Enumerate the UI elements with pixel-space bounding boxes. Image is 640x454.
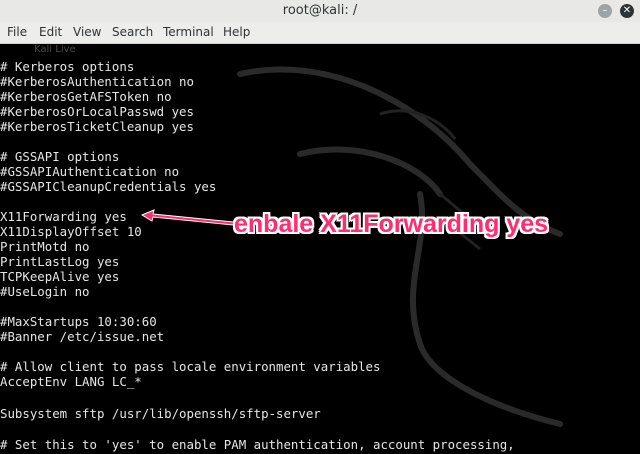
terminal-line: #UseLogin no — [0, 284, 90, 299]
terminal-line: #GSSAPICleanupCredentials yes — [0, 179, 217, 194]
terminal-line: # Allow client to pass locale environmen… — [0, 359, 381, 374]
terminal-line: # Set this to 'yes' to enable PAM authen… — [0, 437, 515, 452]
terminal-area[interactable]: Kali Live # Kerberos options #KerberosAu… — [0, 44, 640, 454]
terminal-line: #KerberosTicketCleanup yes — [0, 119, 194, 134]
terminal-line: AcceptEnv LANG LC_* — [0, 374, 142, 389]
window-title: root@kali: / — [282, 3, 358, 18]
terminal-line: #KerberosOrLocalPasswd yes — [0, 104, 194, 119]
menu-file[interactable]: File — [7, 25, 27, 39]
menu-help[interactable]: Help — [223, 25, 250, 39]
terminal-line: # GSSAPI options — [0, 149, 120, 164]
minimize-icon[interactable]: – — [598, 4, 612, 18]
terminal-line: PrintMotd no — [0, 239, 90, 254]
menu-bar: File Edit View Search Terminal Help — [0, 22, 640, 44]
menu-terminal[interactable]: Terminal — [163, 25, 214, 39]
background-tab-label: Kali Live — [34, 44, 76, 55]
terminal-line: #Banner /etc/issue.net — [0, 329, 165, 344]
terminal-line: X11DisplayOffset 10 — [0, 224, 142, 239]
annotation-arrow-icon — [140, 209, 235, 226]
close-icon[interactable]: ✕ — [620, 4, 634, 18]
menu-search[interactable]: Search — [112, 25, 153, 39]
annotation-label: enbale X11Forwarding yes — [234, 210, 549, 238]
terminal-line: Subsystem sftp /usr/lib/openssh/sftp-ser… — [0, 406, 321, 421]
terminal-line-x11forwarding: X11Forwarding yes — [0, 209, 127, 224]
terminal-line: #KerberosAuthentication no — [0, 74, 194, 89]
terminal-line: #GSSAPIAuthentication no — [0, 164, 180, 179]
terminal-line: #MaxStartups 10:30:60 — [0, 314, 157, 329]
terminal-line: # Kerberos options — [0, 59, 135, 74]
terminal-line: PrintLastLog yes — [0, 254, 120, 269]
terminal-line: TCPKeepAlive yes — [0, 269, 120, 284]
menu-edit[interactable]: Edit — [39, 25, 62, 39]
title-bar: root@kali: / – ✕ — [0, 0, 640, 23]
menu-view[interactable]: View — [73, 25, 101, 39]
terminal-line: #KerberosGetAFSToken no — [0, 89, 172, 104]
